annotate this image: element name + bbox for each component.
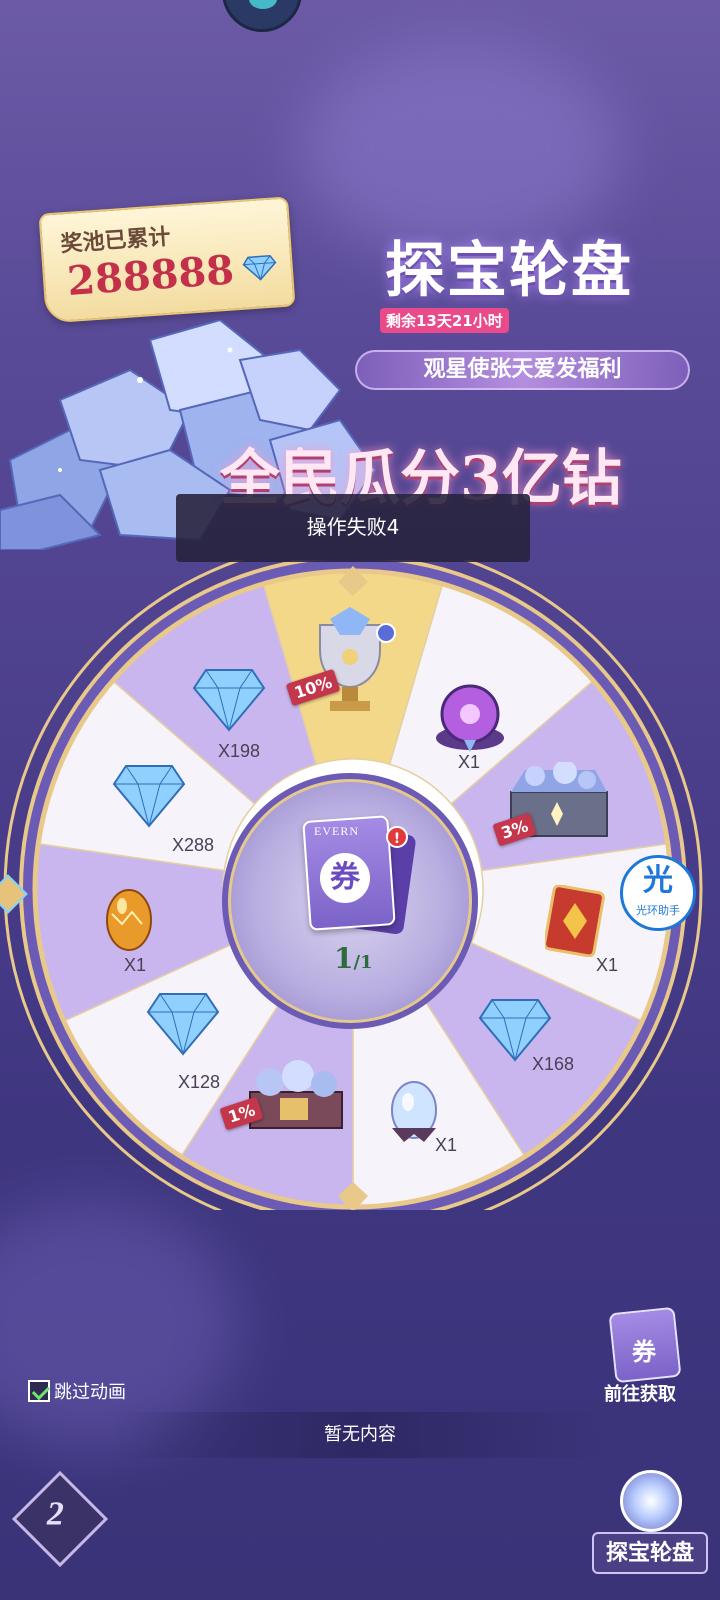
diamond-icon (192, 669, 266, 732)
prize-quantity: X1 (124, 955, 147, 975)
skip-animation-toggle[interactable]: 跳过动画 (28, 1378, 126, 1404)
crystal-egg-icon (391, 1081, 437, 1142)
ticket-icon: 券 (320, 853, 370, 903)
ticket-char: 券 (632, 1338, 656, 1366)
prize-quantity: X168 (532, 1054, 575, 1074)
ticket-count-total: /1 (353, 952, 373, 973)
golden-egg-icon (106, 889, 152, 951)
avatar-bubble[interactable] (222, 0, 302, 32)
diamond-icon (112, 765, 186, 828)
prize-quantity: X288 (172, 835, 215, 855)
event-subtitle: 观星使张天爱发福利 (355, 350, 690, 390)
logo-char: 2 (46, 1495, 64, 1533)
diamond-icon (478, 999, 552, 1062)
wheel-emblem-icon (620, 1470, 682, 1532)
assistant-label: 光环助手 (636, 904, 680, 917)
assistant-float-button[interactable]: 光 光环助手 (620, 855, 696, 931)
card-icon (545, 885, 605, 957)
assistant-icon: 光 (643, 863, 673, 898)
jackpot-panel: 奖池已累计 288888 (38, 196, 296, 324)
diamond-icon (242, 255, 277, 282)
event-title: 探宝轮盘 (385, 236, 633, 306)
ticket-count-current: 1 (334, 942, 354, 975)
game-logo-button[interactable]: 2 (11, 1470, 109, 1568)
record-status-bar: 暂无内容 (110, 1412, 610, 1458)
skip-animation-checkbox[interactable] (28, 1380, 50, 1402)
nav-label: 探宝轮盘 (592, 1532, 708, 1574)
ticket-count: 1/1 (334, 942, 373, 975)
prize-quantity: X1 (435, 1135, 458, 1155)
prize-quantity: X198 (218, 741, 261, 761)
get-tickets-button[interactable]: 券 前往获取 (604, 1306, 694, 1405)
alert-icon: ! (386, 826, 408, 848)
prize-quantity: X1 (458, 752, 481, 772)
skip-animation-label: 跳过动画 (54, 1382, 126, 1403)
countdown-timer: 剩余13天21小时 (380, 308, 509, 333)
purple-orb-icon (436, 684, 504, 752)
get-tickets-label: 前往获取 (604, 1384, 676, 1405)
diamond-icon (146, 993, 220, 1056)
error-toast: 操作失败4 (176, 494, 530, 562)
prize-quantity: X1 (596, 955, 619, 975)
ticket-brand: EVERN (314, 824, 359, 838)
nav-treasure-wheel[interactable]: 探宝轮盘 (590, 1470, 710, 1595)
prize-quantity: X128 (178, 1072, 221, 1092)
